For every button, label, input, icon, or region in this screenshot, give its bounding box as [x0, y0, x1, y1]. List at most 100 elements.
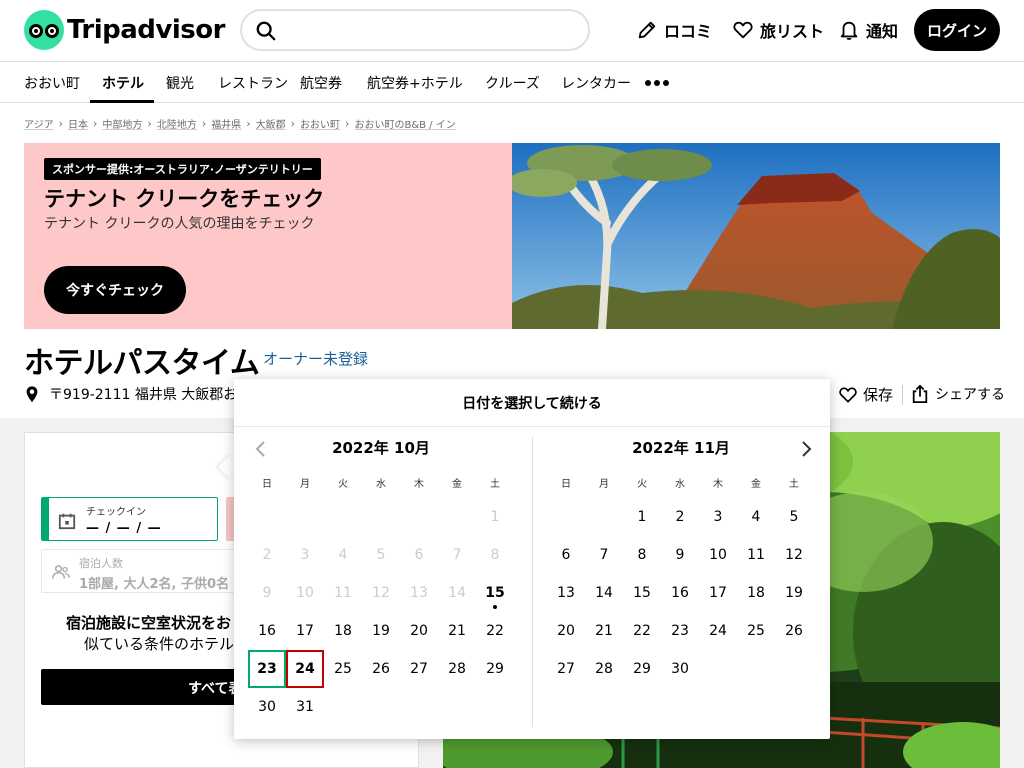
nav-item-car-rental[interactable]: レンタカー [561, 62, 631, 103]
calendar-day[interactable]: 4 [737, 498, 775, 536]
nav-item-cruises[interactable]: クルーズ [485, 62, 540, 103]
calendar-day[interactable]: 29 [476, 650, 514, 688]
calendar-day[interactable]: 30 [248, 688, 286, 726]
hotel-address[interactable]: 〒919-2111 福井県 大飯郡おお [24, 384, 251, 404]
calendar-day[interactable]: 12 [775, 536, 813, 574]
breadcrumb-item[interactable]: おおい町のB&B / イン [354, 116, 455, 131]
calendar-day[interactable]: 28 [438, 650, 476, 688]
weekday-header: 水 [675, 479, 685, 490]
calendar-day: 7 [452, 547, 462, 563]
heart-icon [733, 21, 753, 39]
calendar-day[interactable]: 21 [585, 612, 623, 650]
calendar-day[interactable]: 21 [438, 612, 476, 650]
calendar-day[interactable]: 6 [547, 536, 585, 574]
nav-item-flights-hotels[interactable]: 航空券+ホテル [367, 62, 463, 103]
calendar-day[interactable]: 20 [547, 612, 585, 650]
calendar-day-checkin[interactable]: 23 [248, 650, 286, 688]
checkin-label: チェックイン [86, 507, 146, 518]
calendar-day[interactable]: 5 [775, 498, 813, 536]
calendar-day[interactable]: 23 [661, 612, 699, 650]
calendar-day[interactable]: 27 [547, 650, 585, 688]
calendar-day[interactable]: 18 [324, 612, 362, 650]
calendar-day[interactable]: 31 [286, 688, 324, 726]
calendar-day[interactable]: 22 [476, 612, 514, 650]
breadcrumb-item[interactable]: アジア [24, 116, 54, 131]
calendar-day[interactable]: 1 [623, 498, 661, 536]
sponsored-banner[interactable]: スポンサー提供:オーストラリア·ノーザンテリトリー テナント クリークをチェック… [24, 143, 1000, 329]
reviews-link[interactable]: ロコミ [636, 18, 712, 42]
calendar-day[interactable]: 28 [585, 650, 623, 688]
show-all-button[interactable]: すべて表 [41, 669, 236, 705]
calendar-day[interactable]: 16 [661, 574, 699, 612]
nav-item-sightseeing[interactable]: 観光 [166, 62, 194, 103]
calendar-day[interactable]: 13 [547, 574, 585, 612]
calendar-day[interactable]: 25 [324, 650, 362, 688]
logo-text: Tripadvisor [67, 15, 225, 45]
banner-subtitle: テナント クリークの人気の理由をチェック [44, 216, 315, 232]
reviews-label: ロコミ [664, 22, 713, 41]
save-label: 保存 [863, 386, 894, 404]
calendar-day[interactable]: 26 [775, 612, 813, 650]
calendar-day[interactable]: 19 [775, 574, 813, 612]
more-button[interactable] [645, 62, 669, 103]
calendar-day[interactable]: 8 [623, 536, 661, 574]
calendar-icon [58, 513, 76, 530]
notifications-link[interactable]: 通知 [838, 18, 898, 42]
calendar-day[interactable]: 10 [699, 536, 737, 574]
calendar-day[interactable]: 17 [286, 612, 324, 650]
breadcrumb-item[interactable]: 中部地方 [102, 116, 142, 131]
calendar-day[interactable]: 20 [400, 612, 438, 650]
tripadvisor-logo[interactable]: Tripadvisor [24, 10, 225, 50]
calendar-day: 14 [448, 585, 466, 601]
breadcrumb-separator: › [93, 117, 98, 130]
save-button[interactable]: 保存 [838, 384, 893, 405]
calendar-day[interactable]: 15 [623, 574, 661, 612]
calendar-day: 5 [376, 547, 386, 563]
nav-item-town[interactable]: おおい町 [24, 62, 80, 103]
calendar-day: 9 [262, 585, 272, 601]
calendar-day[interactable]: 3 [699, 498, 737, 536]
calendar-day[interactable]: 29 [623, 650, 661, 688]
calendar-day[interactable]: 27 [400, 650, 438, 688]
breadcrumb-item[interactable]: 北陸地方 [157, 116, 197, 131]
month-title-october: 2022年 10月 [332, 439, 430, 457]
login-button[interactable]: ログイン [914, 9, 1000, 51]
calendar-day[interactable]: 14 [585, 574, 623, 612]
calendar-day[interactable]: 18 [737, 574, 775, 612]
breadcrumb-item[interactable]: 福井県 [211, 116, 241, 131]
calendar-day[interactable]: 22 [623, 612, 661, 650]
calendar-day-checkout[interactable]: 24 [286, 650, 324, 688]
calendar-day[interactable]: 16 [248, 612, 286, 650]
calendar-day[interactable]: 30 [661, 650, 699, 688]
owner-status-link[interactable]: オーナー未登録 [263, 348, 368, 369]
banner-cta-button[interactable]: 今すぐチェック [44, 266, 186, 314]
breadcrumb-item[interactable]: おおい町 [300, 116, 340, 131]
calendar-day[interactable]: 15 [476, 574, 514, 612]
checkin-field[interactable]: チェックイン — / — / — [41, 497, 218, 541]
share-icon [912, 384, 928, 403]
calendar-day[interactable]: 24 [699, 612, 737, 650]
breadcrumb-separator: › [345, 117, 350, 130]
breadcrumb-item[interactable]: 日本 [68, 116, 88, 131]
guests-field[interactable]: 宿泊人数 1部屋, 大人2名, 子供0名 [41, 549, 236, 593]
calendar-day[interactable]: 25 [737, 612, 775, 650]
calendar-day[interactable]: 26 [362, 650, 400, 688]
search-input[interactable] [240, 9, 590, 51]
calendar-day[interactable]: 17 [699, 574, 737, 612]
breadcrumb-separator: › [290, 117, 296, 130]
breadcrumb-item[interactable]: 大飯郡 [256, 116, 286, 131]
calendar-day[interactable]: 11 [737, 536, 775, 574]
calendar-day[interactable]: 9 [661, 536, 699, 574]
more-dots-icon [645, 79, 669, 86]
share-label: シェアする [935, 387, 1005, 403]
calendar-day[interactable]: 2 [661, 498, 699, 536]
nav-item-hotels[interactable]: ホテル [102, 62, 144, 103]
calendar-day[interactable]: 7 [585, 536, 623, 574]
calendar-day[interactable]: 19 [362, 612, 400, 650]
trips-link[interactable]: 旅リスト [732, 18, 824, 42]
date-picker: 日付を選択して続ける 2022年 10月 2022年 11月 日月火水木金土12… [234, 379, 830, 739]
owl-logo-icon [24, 10, 64, 50]
nav-item-restaurants[interactable]: レストラン [218, 62, 288, 103]
nav-item-flights[interactable]: 航空券 [300, 62, 342, 103]
share-button[interactable]: シェアする [911, 384, 1005, 404]
